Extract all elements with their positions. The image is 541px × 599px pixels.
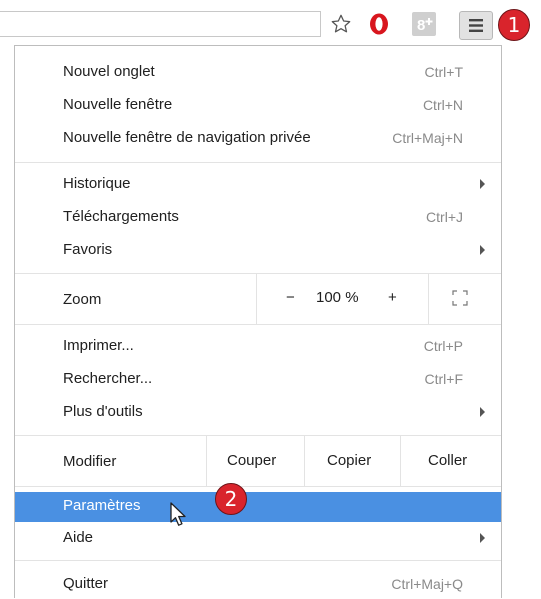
menu-item-settings[interactable]: Paramètres (15, 492, 501, 522)
menu-item-bookmarks[interactable]: Favoris (15, 236, 501, 265)
submenu-arrow-icon (480, 533, 485, 543)
menu-item-label: Téléchargements (63, 208, 179, 225)
fullscreen-icon[interactable] (452, 290, 468, 311)
menu-item-new-tab[interactable]: Nouvel onglet Ctrl+T (15, 58, 501, 87)
step-marker-2: 2 (215, 483, 247, 515)
zoom-level: 100 % (316, 289, 359, 306)
chrome-menu: Nouvel onglet Ctrl+T Nouvelle fenêtre Ct… (14, 45, 502, 598)
menu-item-label: Aide (63, 529, 94, 546)
menu-item-label: Favoris (63, 241, 113, 258)
menu-item-find[interactable]: Rechercher... Ctrl+F (15, 365, 501, 394)
zoom-out-button[interactable]: − (286, 289, 295, 306)
svg-text:8: 8 (417, 17, 425, 34)
menu-item-quit[interactable]: Quitter Ctrl+Maj+Q (15, 570, 501, 599)
copy-button[interactable]: Copier (327, 452, 371, 469)
edit-divider (304, 436, 305, 486)
submenu-arrow-icon (480, 179, 485, 189)
menu-separator (15, 162, 501, 163)
submenu-arrow-icon (480, 245, 485, 255)
menu-item-shortcut: Ctrl+J (426, 209, 463, 225)
menu-separator (15, 560, 501, 561)
zoom-row: Zoom − 100 % + (15, 274, 501, 324)
menu-button[interactable] (459, 11, 493, 40)
hamburger-menu-icon (469, 19, 483, 37)
zoom-in-button[interactable]: + (388, 289, 397, 306)
star-icon[interactable] (328, 11, 354, 37)
browser-toolbar: 8 1 (0, 0, 541, 46)
menu-item-shortcut: Ctrl+N (422, 97, 463, 113)
menu-item-print[interactable]: Imprimer... Ctrl+P (15, 332, 501, 361)
menu-item-label: Nouvel onglet (63, 63, 155, 80)
zoom-divider (428, 274, 429, 324)
submenu-arrow-icon (480, 407, 485, 417)
menu-item-shortcut: Ctrl+F (424, 371, 464, 387)
step-marker-1: 1 (498, 9, 530, 41)
edit-divider (400, 436, 401, 486)
menu-item-new-window[interactable]: Nouvelle fenêtre Ctrl+N (15, 91, 501, 120)
edit-divider (206, 436, 207, 486)
menu-item-label: Plus d'outils (63, 403, 143, 420)
menu-item-more-tools[interactable]: Plus d'outils (15, 398, 501, 427)
menu-item-label: Rechercher... (63, 370, 153, 387)
menu-item-help[interactable]: Aide (15, 524, 501, 553)
mouse-pointer-icon (170, 502, 188, 533)
menu-item-label: Quitter (63, 575, 109, 592)
menu-item-shortcut: Ctrl+P (423, 338, 463, 354)
menu-item-shortcut: Ctrl+Maj+N (392, 130, 463, 146)
edit-row: Modifier Couper Copier Coller (15, 436, 501, 486)
menu-item-label: Historique (63, 175, 131, 192)
address-bar[interactable] (0, 11, 321, 37)
edit-label: Modifier (63, 453, 117, 470)
menu-separator (15, 324, 501, 325)
opera-icon[interactable] (366, 11, 392, 37)
menu-item-shortcut: Ctrl+T (424, 64, 464, 80)
cut-button[interactable]: Couper (227, 452, 276, 469)
zoom-label: Zoom (63, 291, 102, 308)
zoom-divider (256, 274, 257, 324)
menu-item-shortcut: Ctrl+Maj+Q (391, 576, 463, 592)
menu-separator (15, 486, 501, 487)
menu-item-label: Nouvelle fenêtre (63, 96, 173, 113)
menu-item-label: Nouvelle fenêtre de navigation privée (63, 129, 311, 146)
paste-button[interactable]: Coller (428, 452, 467, 469)
menu-item-incognito-window[interactable]: Nouvelle fenêtre de navigation privée Ct… (15, 124, 501, 153)
google-plus-icon[interactable]: 8 (410, 11, 438, 37)
menu-item-label: Paramètres (63, 497, 141, 514)
menu-item-downloads[interactable]: Téléchargements Ctrl+J (15, 203, 501, 232)
menu-item-history[interactable]: Historique (15, 170, 501, 199)
menu-item-label: Imprimer... (63, 337, 134, 354)
